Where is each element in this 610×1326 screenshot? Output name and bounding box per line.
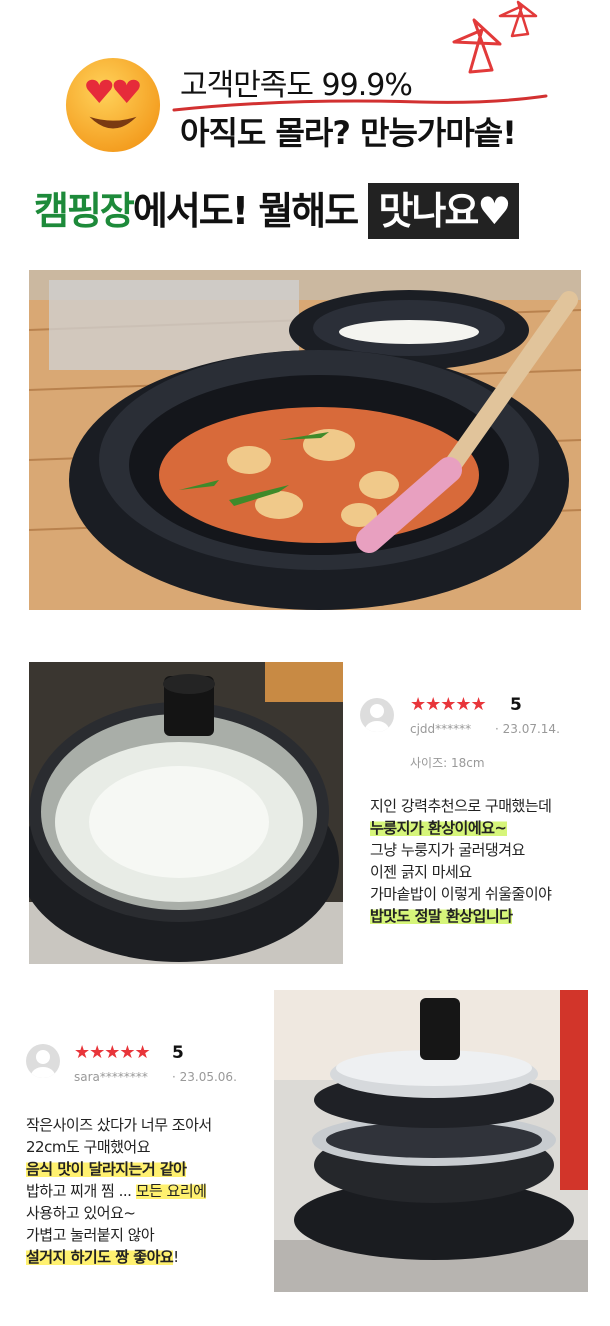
stew-pot-photo xyxy=(29,270,581,610)
review-line: 작은사이즈 샀다가 너무 조아서 xyxy=(26,1116,212,1134)
headline-satisfaction: 고객만족도 99.9% xyxy=(180,68,413,103)
review-highlight: 밥맛도 정말 환상입니다 xyxy=(370,907,513,925)
heart-eyes-emoji-icon xyxy=(65,57,161,153)
review-line-end: ! xyxy=(173,1248,179,1266)
banner-boxed-text: 맛나요♥ xyxy=(368,183,520,239)
review-line: 지인 강력추천으로 구매했는데 xyxy=(370,797,552,815)
banner-mid-text: 에서도! 뭘해도 xyxy=(132,189,369,233)
rating-stars: ★★★★★ xyxy=(410,694,487,715)
star-doodle-icon xyxy=(452,0,538,74)
stacked-pots-photo xyxy=(274,990,588,1292)
rating-score: 5 xyxy=(510,695,522,715)
review-date: · 23.07.14. xyxy=(495,722,560,736)
review-highlight: 설거지 하기도 짱 좋아요 xyxy=(26,1248,174,1266)
review-line: 22cm도 구매했어요 xyxy=(26,1138,151,1156)
review1-body: 지인 강력추천으로 구매했는데 누룽지가 환상이에요~ 그냥 누룽지가 굴러댕겨… xyxy=(370,795,552,927)
review-line: 가볍고 눌러붙지 않아 xyxy=(26,1226,155,1244)
review-line: 그냥 누룽지가 굴러댕겨요 xyxy=(370,841,525,859)
review-highlight: 음식 맛이 달라지는거 같아 xyxy=(26,1160,187,1178)
headline-product: 아직도 몰라? 만능가마솥! xyxy=(180,114,517,152)
review-date: · 23.05.06. xyxy=(172,1070,237,1084)
rice-pot-photo xyxy=(29,662,343,964)
rating-stars: ★★★★★ xyxy=(74,1042,151,1063)
banner-green-text: 캠핑장 xyxy=(34,189,135,233)
rating-score: 5 xyxy=(172,1043,184,1063)
review-size: 사이즈: 18cm xyxy=(410,756,485,770)
reviewer-name: sara******** xyxy=(74,1070,148,1084)
camping-banner: 캠핑장에서도! 뭘해도 맛나요♥ xyxy=(34,180,594,239)
review2-body: 작은사이즈 샀다가 너무 조아서 22cm도 구매했어요 음식 맛이 달라지는거… xyxy=(26,1114,212,1268)
review-line: 가마솥밥이 이렇게 쉬울줄이야 xyxy=(370,885,552,903)
review-line: 밥하고 찌개 찜 ... xyxy=(26,1182,136,1200)
reviewer-avatar-icon xyxy=(26,1044,60,1078)
review-line: 사용하고 있어요~ xyxy=(26,1204,136,1222)
review-highlight: 모든 요리에 xyxy=(135,1182,207,1200)
review-line: 이젠 긁지 마세요 xyxy=(370,863,472,881)
reviewer-avatar-icon xyxy=(360,698,394,732)
review-highlight: 누룽지가 환상이에요~ xyxy=(370,819,507,837)
reviewer-name: cjdd****** xyxy=(410,722,472,736)
